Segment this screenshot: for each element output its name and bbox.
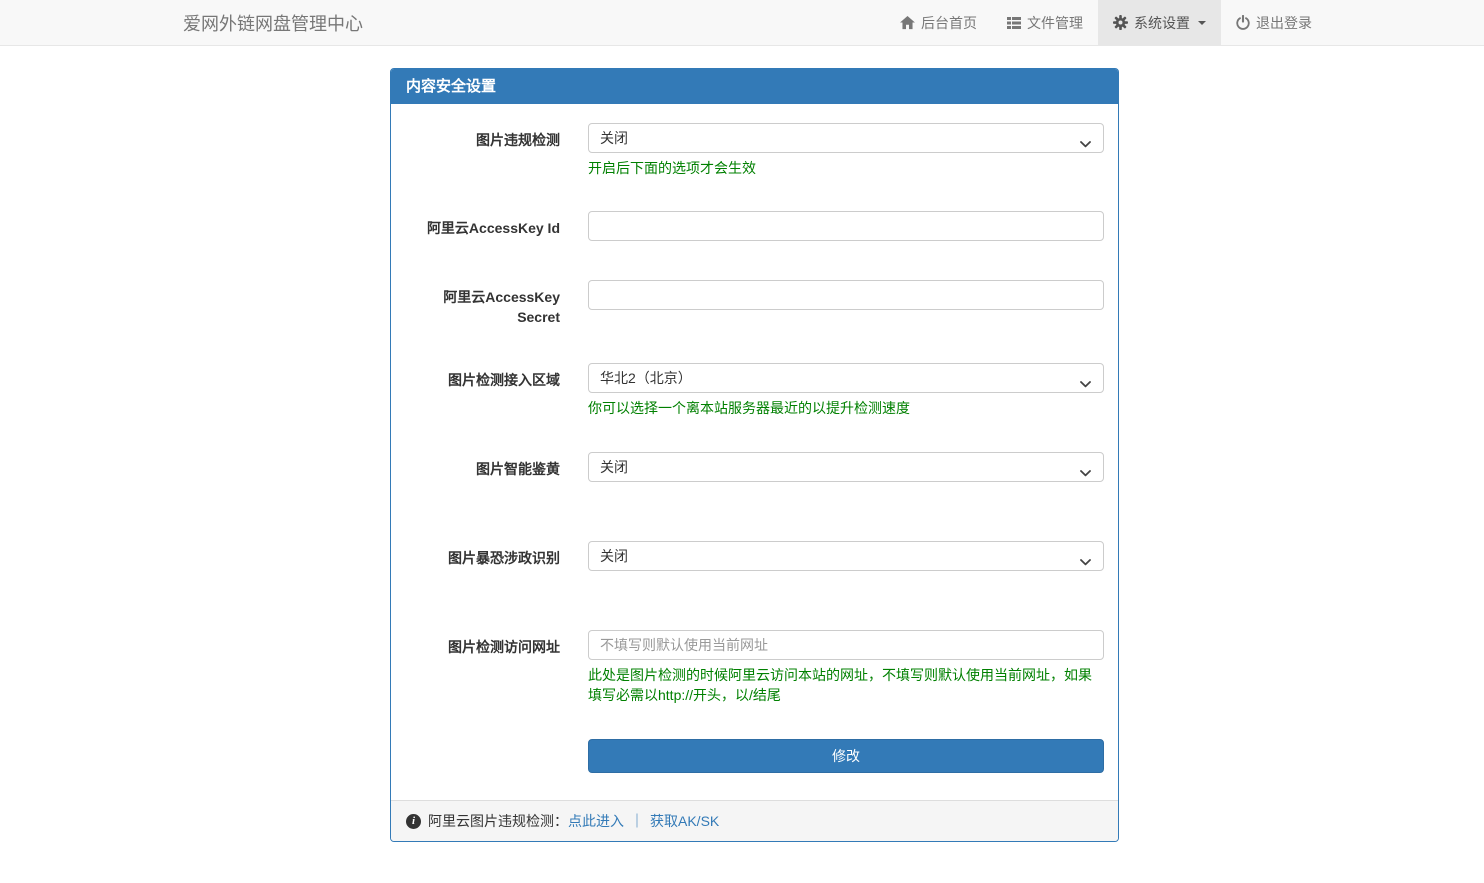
nav-item-system-settings[interactable]: 系统设置	[1098, 0, 1221, 45]
power-icon	[1236, 15, 1250, 30]
form-row: 图片检测访问网址 此处是图片检测的时候阿里云访问本站的网址，不填写则默认使用当前…	[405, 630, 1104, 705]
help-text-detection-url: 此处是图片检测的时候阿里云访问本站的网址，不填写则默认使用当前网址，如果填写必需…	[588, 665, 1104, 705]
violation-detection-select[interactable]: 关闭	[588, 123, 1104, 153]
form-row: 阿里云AccessKey Secret	[405, 280, 1104, 327]
footer-separator: ｜	[630, 811, 644, 831]
form-row: 图片违规检测 关闭 开启后下面的选项才会生效	[405, 123, 1104, 178]
accesskey-id-input[interactable]	[588, 211, 1104, 241]
field-label-accesskey-secret: 阿里云AccessKey Secret	[405, 280, 560, 327]
form-row: 图片暴恐涉政识别 关闭	[405, 541, 1104, 571]
field-label-detection-url: 图片检测访问网址	[405, 630, 560, 705]
panel-footer: i 阿里云图片违规检测： 点此进入 ｜ 获取AK/SK	[391, 800, 1118, 841]
nav-item-logout[interactable]: 退出登录	[1221, 0, 1327, 45]
nav-item-label: 文件管理	[1027, 13, 1083, 33]
accesskey-secret-input[interactable]	[588, 280, 1104, 310]
chevron-down-icon	[1198, 21, 1206, 25]
content-security-panel: 内容安全设置 图片违规检测 关闭 开启后下面的选项才会生效 阿里云AccessK…	[390, 68, 1119, 842]
form-row: 图片检测接入区域 华北2（北京） 你可以选择一个离本站服务器最近的以提升检测速度	[405, 363, 1104, 418]
form-row: 阿里云AccessKey Id	[405, 211, 1104, 241]
list-icon	[1007, 16, 1021, 30]
nav-item-label: 后台首页	[921, 13, 977, 33]
get-aksk-link[interactable]: 获取AK/SK	[650, 811, 719, 831]
enter-here-link[interactable]: 点此进入	[568, 811, 624, 831]
field-label-porn-detection: 图片智能鉴黄	[405, 452, 560, 482]
field-label-terror-politics-detection: 图片暴恐涉政识别	[405, 541, 560, 571]
form-row: 修改	[405, 739, 1104, 773]
nav-item-label: 系统设置	[1134, 13, 1190, 33]
nav-item-admin-home[interactable]: 后台首页	[885, 0, 992, 45]
help-text-violation-detection: 开启后下面的选项才会生效	[588, 158, 1104, 178]
field-label-violation-detection: 图片违规检测	[405, 123, 560, 178]
brand-title[interactable]: 爱网外链网盘管理中心	[157, 0, 378, 45]
settings-form: 图片违规检测 关闭 开启后下面的选项才会生效 阿里云AccessKey Id	[391, 104, 1118, 800]
region-select[interactable]: 华北2（北京）	[588, 363, 1104, 393]
panel-title: 内容安全设置	[391, 69, 1118, 104]
detection-url-input[interactable]	[588, 630, 1104, 660]
nav-item-label: 退出登录	[1256, 13, 1312, 33]
nav-item-file-management[interactable]: 文件管理	[992, 0, 1098, 45]
field-label-accesskey-id: 阿里云AccessKey Id	[405, 211, 560, 241]
gear-icon	[1113, 15, 1128, 30]
navbar-menu: 后台首页 文件管理 系统设置 退出登录	[885, 0, 1327, 45]
field-label-region: 图片检测接入区域	[405, 363, 560, 418]
porn-detection-select[interactable]: 关闭	[588, 452, 1104, 482]
top-navbar: 爱网外链网盘管理中心 后台首页 文件管理 系统设置 退出登录	[0, 0, 1484, 46]
footer-label: 阿里云图片违规检测：	[428, 811, 568, 831]
help-text-region: 你可以选择一个离本站服务器最近的以提升检测速度	[588, 398, 1104, 418]
info-icon: i	[406, 814, 421, 829]
home-icon	[900, 16, 915, 30]
form-row: 图片智能鉴黄 关闭	[405, 452, 1104, 482]
submit-button[interactable]: 修改	[588, 739, 1104, 773]
terror-politics-select[interactable]: 关闭	[588, 541, 1104, 571]
